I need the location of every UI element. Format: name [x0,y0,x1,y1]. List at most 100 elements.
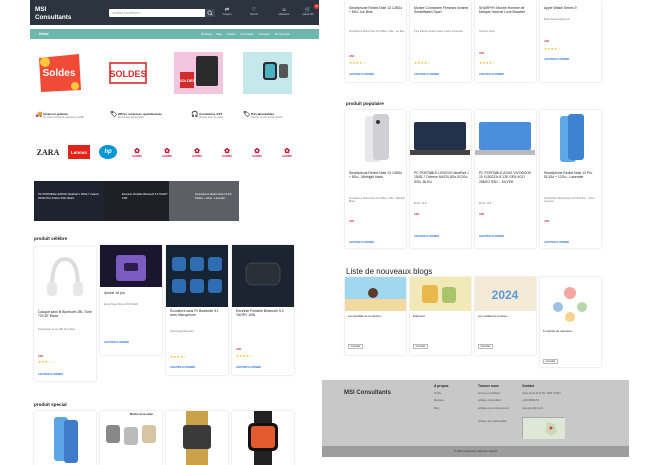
brand-huawei[interactable]: ✿ HUAWEI [188,145,206,159]
product-card[interactable]: PC PORTABLE LENOVO IdeaPad 1 15IGL7 Cele… [410,110,471,248]
special-product-card[interactable]: Montre de la santé [100,411,162,465]
special-product-card[interactable] [232,411,294,465]
product-card[interactable]: Enceinte Portable Bluetooth 5.0 TAGRY 10… [232,245,294,375]
footer-link-shipping[interactable]: politique d'expedition [478,399,501,402]
product-card[interactable]: Smartphone Redmi Note 13 128Go + 8Go -Ic… [345,0,406,82]
product-name[interactable]: PC PORTABLE ASUS VIVOBOOK 15 X1502ZA i3 … [479,171,535,184]
coupon-link[interactable]: ⇄ Coupon [217,7,237,17]
product-card[interactable]: Iphone 16 pro Ecran Super Retina XDR OLE… [100,245,162,355]
product-card[interactable]: PC PORTABLE ASUS VIVOBOOK 15 X1502ZA i3 … [475,110,536,248]
account-link[interactable]: ☺ utilisateur [274,7,294,17]
footer-email[interactable]: www.gmail@msi.tn [522,407,543,410]
product-name[interactable]: Montre Connectée Femmes homme SmartWatch… [414,6,470,15]
search-input[interactable]: Veuillez rechercher... [109,9,215,17]
promo-soldes-2[interactable]: SOLDES [104,52,153,94]
blog-title[interactable]: 5 endroits de vacances... [543,329,574,333]
product-desc: Type d'Écran tactile couleur montre conn… [414,30,464,33]
brand-huawei[interactable]: ✿ HUAWEI [278,145,296,159]
blog-title[interactable]: Les bienfaits de la marche... [348,314,383,318]
add-to-cart-button[interactable]: AJOUTER AU PANIER [236,366,261,369]
special-product-card[interactable] [34,411,96,465]
brand-lenovo[interactable]: Lenovo [68,145,90,159]
smartwatch-promo-image [263,62,288,80]
top-header: MSI Consultants Veuillez rechercher... ⇄… [30,0,319,25]
footer-link-privacy[interactable]: politique de confidentialité [478,420,507,423]
blog-consult-button[interactable]: Consulter [543,359,558,364]
footer-link-blog[interactable]: Blog [434,407,439,410]
product-card[interactable]: Apple Watch Series 9 Écran Retina Always… [540,0,601,82]
add-to-cart-button[interactable]: AJOUTER AU PANIER [104,341,129,344]
blog-title[interactable]: Equiment [413,314,425,318]
add-to-cart-button[interactable]: AJOUTER AU PANIER [349,241,374,244]
brand-huawei[interactable]: ✿ HUAWEI [218,145,236,159]
product-name[interactable]: Casque sans fil Bluetooth JBL Tune 720 B… [38,310,94,319]
product-name[interactable]: Iphone 16 pro [104,291,125,295]
carousel-slide-laptop[interactable]: PC PORTABLE LENOVO IdeaPad 1 15IGL7 Cele… [34,181,104,221]
add-to-cart-button[interactable]: AJOUTER AU PANIER [414,73,439,76]
product-name[interactable]: Smartphone Redmi Note 13 128Go + 8Go - M… [349,171,405,180]
add-to-cart-button[interactable]: AJOUTER AU PANIER [414,235,439,238]
cart-label: panier $0 [302,13,314,16]
product-name[interactable]: Enceinte Portable Bluetooth 5.0 TAGRY 10… [236,309,292,318]
promo-watches[interactable] [243,52,292,94]
nav-item-blog[interactable]: Blog [217,33,222,36]
brand-huawei[interactable]: ✿ HUAWEI [158,145,176,159]
footer-link-terms[interactable]: termes et conditions [478,392,500,395]
promo-soldes-3[interactable]: SOLDES [174,52,223,94]
carousel-slide-speaker[interactable]: Enceinte Portable Bluetooth 5.0 TAGRY 10… [104,181,169,221]
footer-brand: MSI Consultants [344,390,392,396]
brand-huawei[interactable]: ✿ HUAWEI [128,145,146,159]
footer-link-profile[interactable]: Profile [434,392,441,395]
blog-card[interactable]: Les bienfaits de la marche... Consulter [345,277,406,355]
section-title-popular: produit célèbre [34,236,68,241]
blog-consult-button[interactable]: Consulter [348,344,363,349]
nav-item-boutique[interactable]: Boutique [202,33,212,36]
product-price: ASD [479,213,485,216]
product-card[interactable]: SHARPHY Montre Homme de Marque Haut de L… [475,0,536,82]
add-to-cart-button[interactable]: AJOUTER AU PANIER [38,373,63,376]
product-card[interactable]: Écouteurs sans Fil Bluetooth 5.1 avec Mi… [166,245,228,375]
add-to-cart-button[interactable]: AJOUTER AU PANIER [170,366,195,369]
brand-zara[interactable]: ZARA [37,145,60,159]
product-card[interactable]: Smartphone Redmi Note 13 128Go + 8Go - M… [345,110,406,248]
product-name[interactable]: PC PORTABLE LENOVO IdeaPad 1 15IGL7 Cele… [414,171,470,184]
search-button[interactable] [205,9,215,17]
nav-item-contact[interactable]: Contact [227,33,236,36]
product-name[interactable]: Smartphone Redmi Note 13 Pro 512Go + 12G… [544,171,600,180]
add-to-cart-button[interactable]: AJOUTER AU PANIER [544,241,569,244]
product-desc: Écran: 15,6" [479,202,493,205]
nav-home[interactable]: Home [39,32,49,36]
site-logo[interactable]: MSI Consultants [35,6,71,22]
promo-soldes-1[interactable]: Soldes [35,52,84,94]
product-carousel[interactable]: PC PORTABLE LENOVO IdeaPad 1 15IGL7 Cele… [34,181,239,221]
blog-card[interactable]: Equiment Consulter [410,277,471,355]
nav-item-comparer[interactable]: Comparer [258,33,270,36]
footer-link-refund[interactable]: politique de remboursement [478,407,518,410]
favorites-link[interactable]: ♡ favoris [244,7,264,17]
product-name[interactable]: Smartphone Redmi Note 13 128Go + 8Go -Ic… [349,6,405,15]
add-to-cart-button[interactable]: AJOUTER AU PANIER [349,73,374,76]
carousel-slide-phone[interactable]: Smartphone Redmi Note 13 Pro 512Go + 12G… [169,181,239,221]
blog-consult-button[interactable]: Consulter [478,344,493,349]
product-card[interactable]: Smartphone Redmi Note 13 Pro 512Go + 12G… [540,110,601,248]
nav-item-commande[interactable]: Commande [240,33,253,36]
section-title-blogs: Liste de nouveaux blogs [346,267,433,276]
product-name[interactable]: Écouteurs sans Fil Bluetooth 5.1 avec Mi… [170,309,226,318]
blog-consult-button[interactable]: Consulter [413,344,428,349]
product-name[interactable]: SHARPHY Montre Homme de Marque Haut de L… [479,6,535,15]
nav-item-login[interactable]: Se connecter [275,33,290,36]
add-to-cart-button[interactable]: AJOUTER AU PANIER [479,235,504,238]
blog-card[interactable]: 5 endroits de vacances... Consulter [540,277,601,367]
add-to-cart-button[interactable]: AJOUTER AU PANIER [479,73,504,76]
blog-title[interactable]: Les meilleures montres... [478,314,509,318]
footer-link-boutique[interactable]: Boutique [434,399,444,402]
footer-map[interactable] [522,417,565,439]
brand-hp[interactable]: hp [99,145,117,159]
product-name[interactable]: Apple Watch Series 9 [544,6,600,10]
product-card[interactable]: Montre Connectée Femmes homme SmartWatch… [410,0,471,82]
product-card[interactable]: Casque sans fil Bluetooth JBL Tune 720 B… [34,247,96,381]
blog-card[interactable]: 2024 Les meilleures montres... Consulter [475,277,536,355]
add-to-cart-button[interactable]: AJOUTER AU PANIER [544,58,569,61]
special-product-card[interactable] [166,411,228,465]
brand-huawei[interactable]: ✿ HUAWEI [248,145,266,159]
